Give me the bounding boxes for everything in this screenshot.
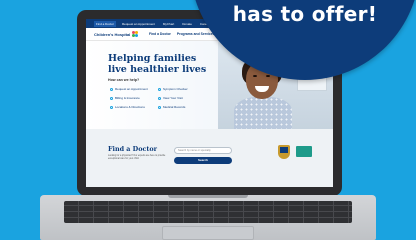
- laptop-base: [40, 195, 376, 240]
- search-button[interactable]: Search: [174, 157, 232, 164]
- quick-link[interactable]: Symptom Checker: [158, 87, 202, 91]
- quick-link[interactable]: Locations & Directions: [110, 105, 154, 109]
- quick-link[interactable]: Billing & Insurance: [110, 96, 154, 100]
- badge-text: has to offer!: [232, 2, 378, 26]
- hero-title: Helping families live healthier lives: [108, 53, 207, 75]
- laptop-hinge: [168, 195, 248, 198]
- nav-programs-services[interactable]: Programs and Services: [177, 32, 215, 36]
- accreditation-icon: [296, 146, 312, 157]
- link-bullet-icon: [158, 96, 161, 100]
- site-logo[interactable]: Children's Hospital: [94, 31, 149, 37]
- utility-link[interactable]: Find a Doctor: [94, 20, 117, 27]
- doctor-search-input[interactable]: Search by name or specialty: [174, 147, 232, 154]
- link-bullet-icon: [158, 105, 161, 109]
- children-logo-icon: [132, 31, 139, 37]
- keyboard: [64, 201, 352, 223]
- link-bullet-icon: [158, 87, 161, 91]
- quick-links: Request an Appointment Symptom Checker B…: [110, 87, 202, 109]
- link-bullet-icon: [110, 105, 113, 109]
- hero-subtitle: How can we help?: [108, 78, 140, 82]
- find-doctor-description: Looking for a physician? Our experts are…: [108, 155, 166, 160]
- trackpad: [162, 226, 254, 240]
- logo-text: Children's Hospital: [94, 31, 131, 37]
- quick-link[interactable]: View Your Visit: [158, 96, 202, 100]
- quick-link[interactable]: Request an Appointment: [110, 87, 154, 91]
- award-badge-icon: [278, 145, 290, 159]
- link-bullet-icon: [110, 96, 113, 100]
- quick-link[interactable]: Medical Records: [158, 105, 202, 109]
- find-doctor-title: Find a Doctor: [108, 145, 157, 153]
- find-doctor-section: Find a Doctor Looking for a physician? O…: [86, 129, 333, 187]
- link-bullet-icon: [110, 87, 113, 91]
- nav-find-doctor[interactable]: Find a Doctor: [149, 32, 171, 36]
- utility-link[interactable]: MyChart: [161, 21, 176, 27]
- utility-link[interactable]: Request an Appointment: [120, 21, 157, 27]
